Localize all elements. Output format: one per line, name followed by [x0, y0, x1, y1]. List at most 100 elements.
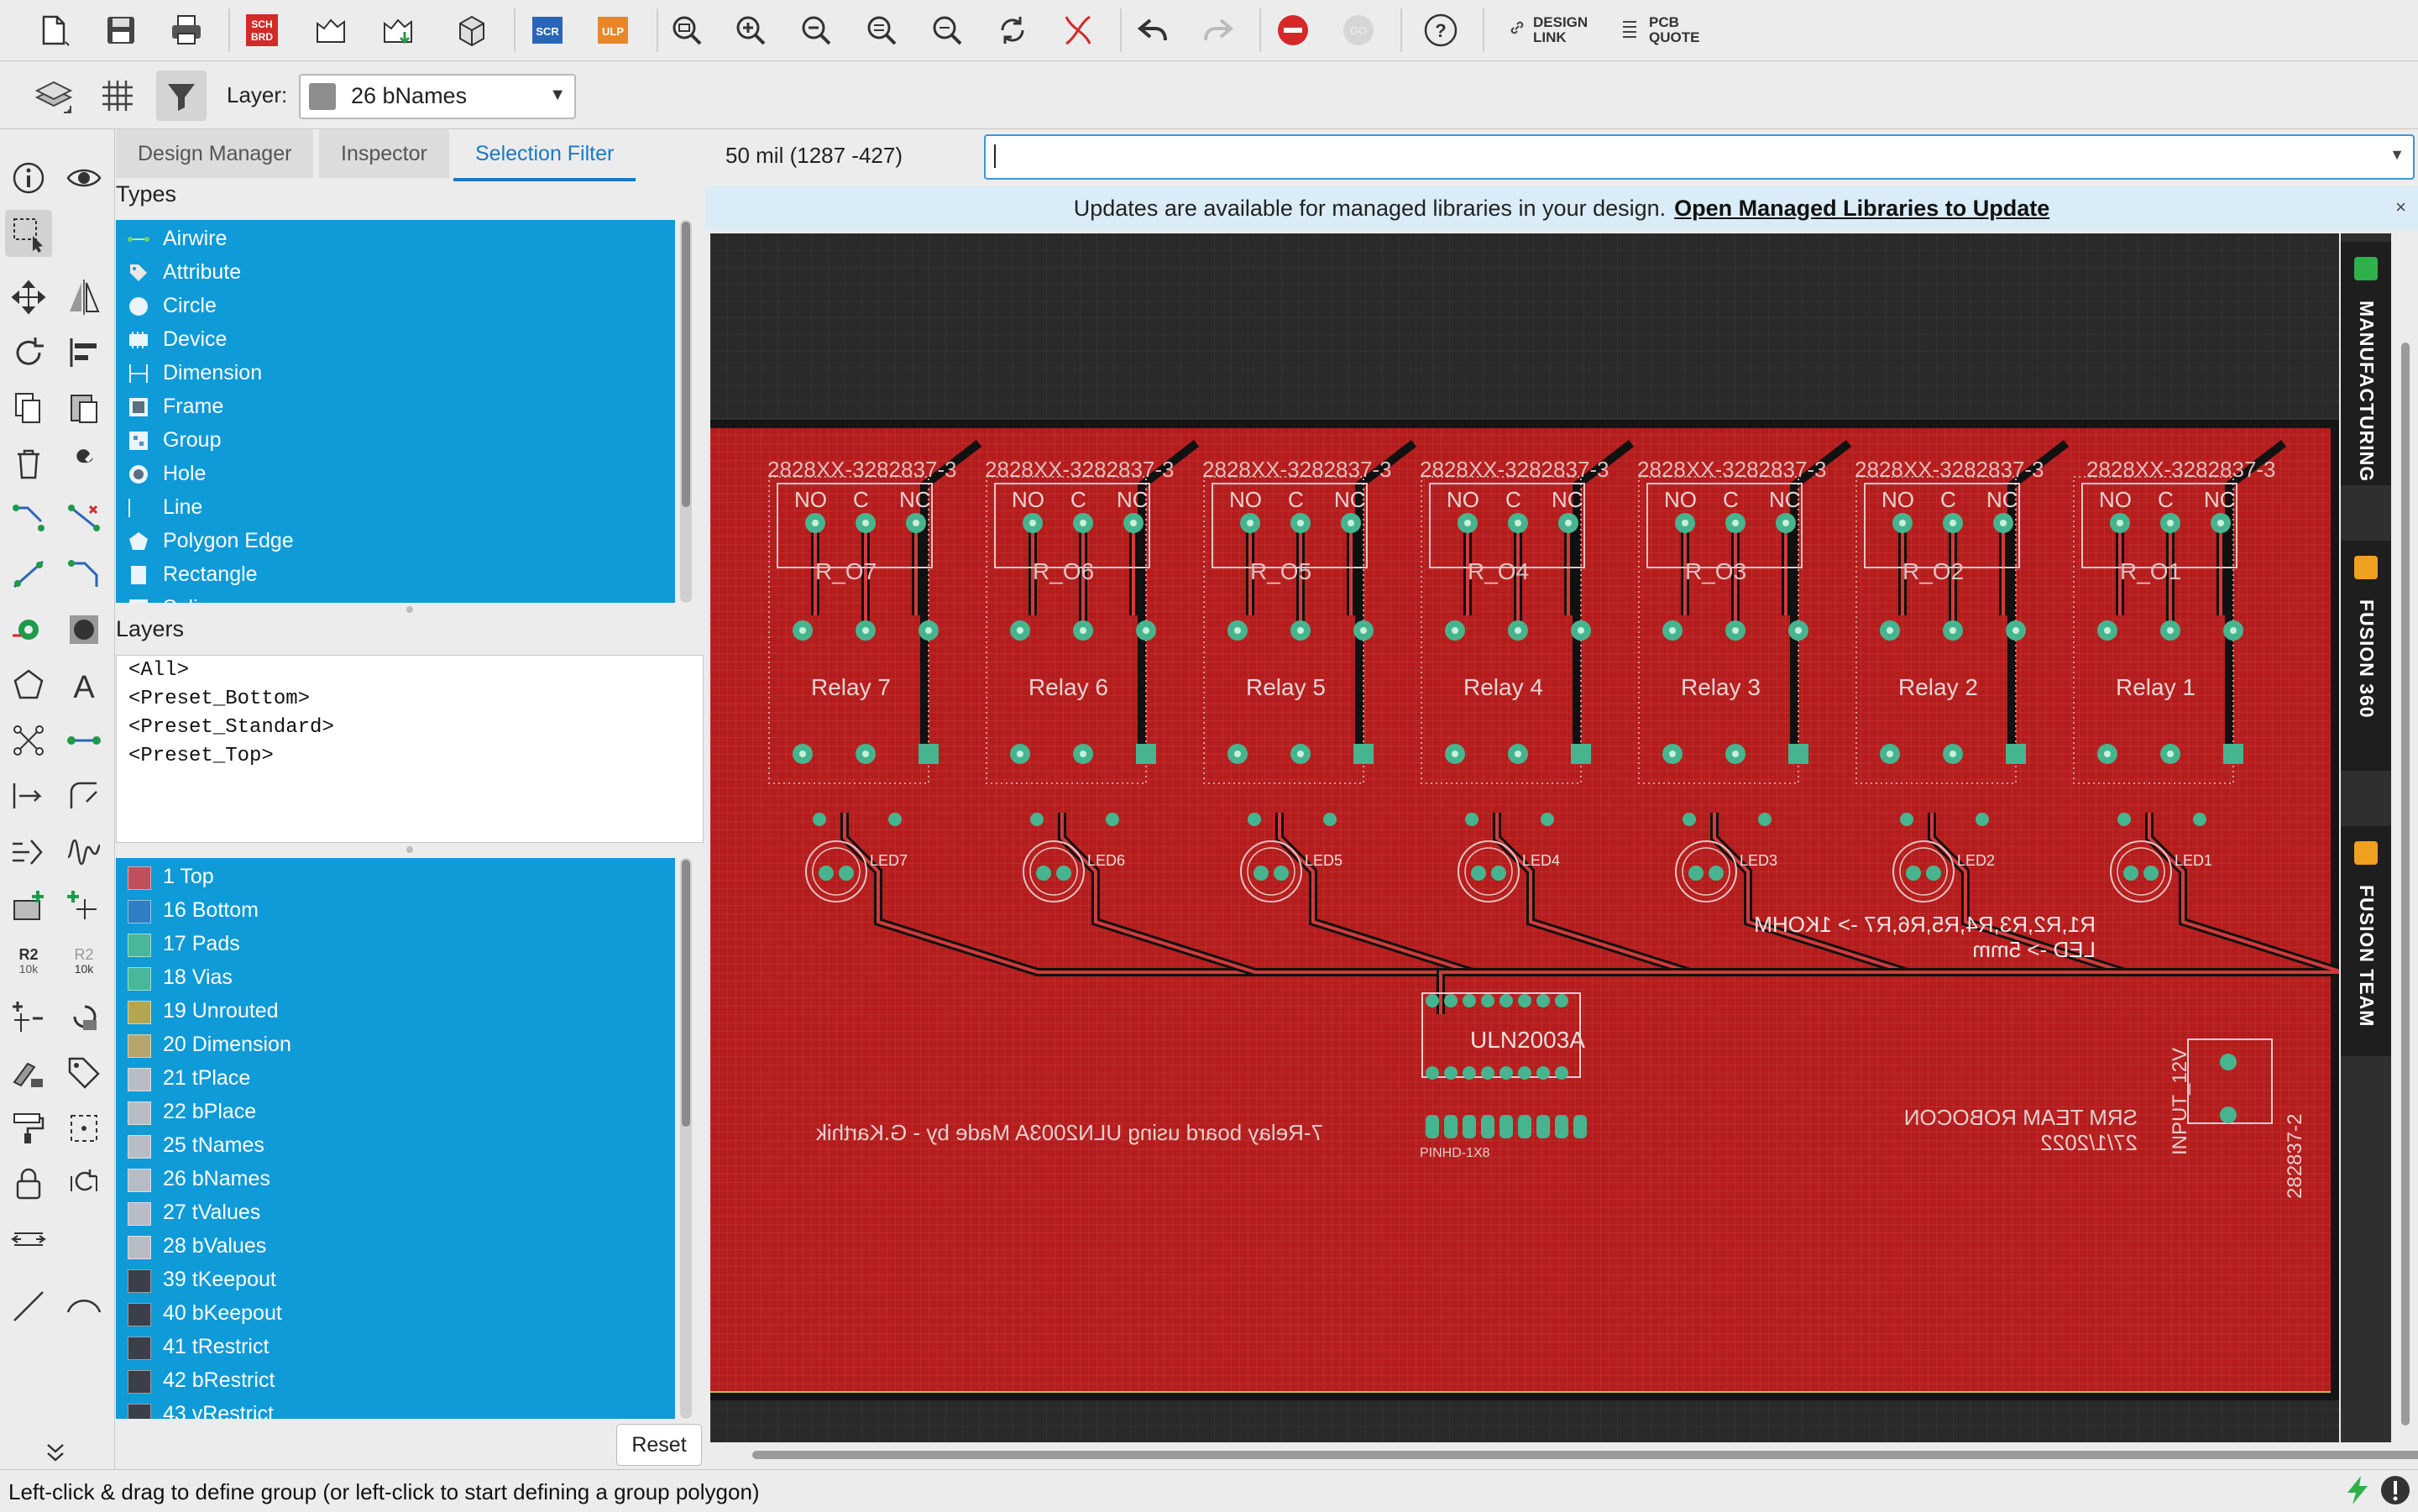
- chevron-down-icon[interactable]: ▼: [2389, 146, 2405, 164]
- list-item[interactable]: Rectangle: [116, 557, 675, 591]
- paint-roller-icon[interactable]: [5, 1105, 52, 1152]
- layer-item[interactable]: 20 Dimension: [116, 1028, 675, 1061]
- zoom-in-icon[interactable]: [727, 7, 774, 54]
- layer-item[interactable]: 17 Pads: [116, 927, 675, 960]
- open-managed-libraries-link[interactable]: Open Managed Libraries to Update: [1674, 196, 2049, 222]
- splitter-handle[interactable]: [406, 606, 413, 613]
- ripup-icon[interactable]: [60, 495, 107, 542]
- list-item[interactable]: Circle: [116, 289, 675, 322]
- replace-icon[interactable]: [60, 994, 107, 1041]
- pcb-quote-button[interactable]: PCB QUOTE: [1649, 15, 1699, 45]
- pin-swap-icon[interactable]: [5, 994, 52, 1041]
- grid-dots-icon[interactable]: [60, 1105, 107, 1152]
- ratsnest-icon[interactable]: [1055, 7, 1102, 54]
- zoom-fit-icon[interactable]: [663, 7, 710, 54]
- save-icon[interactable]: [97, 7, 144, 54]
- smash-icon[interactable]: [5, 1049, 52, 1096]
- layer-item[interactable]: 26 bNames: [116, 1162, 675, 1195]
- layer-settings-icon[interactable]: [30, 72, 77, 119]
- layer-item[interactable]: 28 bValues: [116, 1229, 675, 1263]
- layer-item[interactable]: 22 bPlace: [116, 1095, 675, 1128]
- zoom-out-icon[interactable]: [793, 7, 840, 54]
- via-icon[interactable]: [5, 606, 52, 653]
- split-icon[interactable]: [5, 551, 52, 598]
- layer-item[interactable]: 40 bKeepout: [116, 1296, 675, 1330]
- expand-more-icon[interactable]: [32, 1427, 79, 1474]
- rotate-icon[interactable]: [5, 329, 52, 376]
- new-file-icon[interactable]: [30, 7, 77, 54]
- add-part-icon[interactable]: [5, 883, 52, 930]
- tab-fusion-team[interactable]: FUSION TEAM: [2341, 826, 2391, 1056]
- tab-manufacturing[interactable]: MANUFACTURING: [2341, 242, 2391, 485]
- pcb-drawing[interactable]: NO C NC R_O7 Relay 7 LED7 2828XX-3282837-3 NO C N…: [710, 233, 2339, 1442]
- layer-item[interactable]: 43 vRestrict: [116, 1397, 675, 1419]
- copy-icon[interactable]: [5, 385, 52, 432]
- wire-icon[interactable]: [60, 717, 107, 764]
- zoom-previous-icon[interactable]: [858, 7, 905, 54]
- paste-icon[interactable]: [60, 385, 107, 432]
- go-icon[interactable]: GO: [1335, 7, 1382, 54]
- align-icon[interactable]: [60, 329, 107, 376]
- layer-item[interactable]: 42 bRestrict: [116, 1363, 675, 1397]
- value-r2-icon[interactable]: R2 10k: [5, 937, 52, 984]
- redo-icon[interactable]: [1194, 7, 1241, 54]
- layer-item[interactable]: 27 tValues: [116, 1195, 675, 1229]
- reset-button[interactable]: Reset: [616, 1424, 702, 1466]
- polygon-tool-icon[interactable]: [5, 662, 52, 709]
- list-item[interactable]: Frame: [116, 390, 675, 423]
- route-icon[interactable]: [5, 495, 52, 542]
- list-item[interactable]: Attribute: [116, 255, 675, 289]
- arc-icon[interactable]: [60, 772, 107, 819]
- warning-icon[interactable]: [2379, 1474, 2411, 1506]
- mirror-icon[interactable]: [60, 274, 107, 321]
- command-input[interactable]: ▼: [984, 134, 2415, 180]
- ulp-icon[interactable]: ULP: [589, 7, 636, 54]
- layer-item[interactable]: 39 tKeepout: [116, 1263, 675, 1296]
- meander-icon[interactable]: [5, 828, 52, 875]
- preset-item[interactable]: <Preset_Top>: [128, 745, 274, 767]
- preset-item[interactable]: <All>: [128, 659, 189, 682]
- delete-icon[interactable]: [5, 440, 52, 487]
- wrench-icon[interactable]: [60, 440, 107, 487]
- list-item[interactable]: Device: [116, 322, 675, 356]
- info-icon[interactable]: [5, 154, 52, 201]
- splitter-handle[interactable]: [406, 846, 413, 853]
- group-select-icon[interactable]: [5, 210, 52, 257]
- layer-item[interactable]: 41 tRestrict: [116, 1330, 675, 1363]
- redraw-icon[interactable]: [989, 7, 1036, 54]
- types-list[interactable]: Airwire Attribute Circle Device Dimensio…: [116, 220, 675, 603]
- line-tool-icon[interactable]: [5, 1283, 52, 1330]
- layers-list[interactable]: 1 Top 16 Bottom 17 Pads 18 Vias 19 Unrouted 2…: [116, 858, 675, 1419]
- move-icon[interactable]: [5, 274, 52, 321]
- layer-select[interactable]: 26 bNames ▼: [299, 74, 576, 119]
- signal-icon[interactable]: [5, 717, 52, 764]
- value-edit-icon[interactable]: R2 10k: [60, 937, 107, 984]
- layer-item[interactable]: 21 tPlace: [116, 1061, 675, 1095]
- stop-icon[interactable]: [1269, 7, 1316, 54]
- layer-item[interactable]: 19 Unrouted: [116, 994, 675, 1028]
- lock-icon[interactable]: [5, 1160, 52, 1207]
- arc-tool-icon[interactable]: [60, 1283, 107, 1330]
- miter-icon[interactable]: [60, 551, 107, 598]
- script-scr-icon[interactable]: SCR: [524, 7, 571, 54]
- lightning-icon[interactable]: [2342, 1474, 2373, 1506]
- attribute-tag-icon[interactable]: [60, 1049, 107, 1096]
- layers-scrollbar[interactable]: [680, 858, 692, 1419]
- layer-item[interactable]: 1 Top: [116, 860, 675, 893]
- canvas-vertical-scrollbar[interactable]: [2393, 233, 2418, 1442]
- zoom-select-icon[interactable]: [924, 7, 971, 54]
- help-icon[interactable]: ?: [1417, 7, 1464, 54]
- list-item[interactable]: Polygon Edge: [116, 524, 675, 557]
- hole-tool-icon[interactable]: [60, 606, 107, 653]
- list-item[interactable]: Dimension: [116, 356, 675, 390]
- layer-item[interactable]: 18 Vias: [116, 960, 675, 994]
- preset-item[interactable]: <Preset_Bottom>: [128, 688, 310, 710]
- export-icon[interactable]: [374, 7, 421, 54]
- list-item[interactable]: Airwire: [116, 222, 675, 255]
- layer-presets-list[interactable]: <All> <Preset_Bottom> <Preset_Standard> …: [116, 655, 704, 843]
- waveform-icon[interactable]: [60, 828, 107, 875]
- add-pin-icon[interactable]: [60, 883, 107, 930]
- close-icon[interactable]: ×: [2395, 196, 2406, 218]
- list-item[interactable]: Soli...: [116, 591, 675, 603]
- tab-selection-filter[interactable]: Selection Filter: [453, 129, 636, 181]
